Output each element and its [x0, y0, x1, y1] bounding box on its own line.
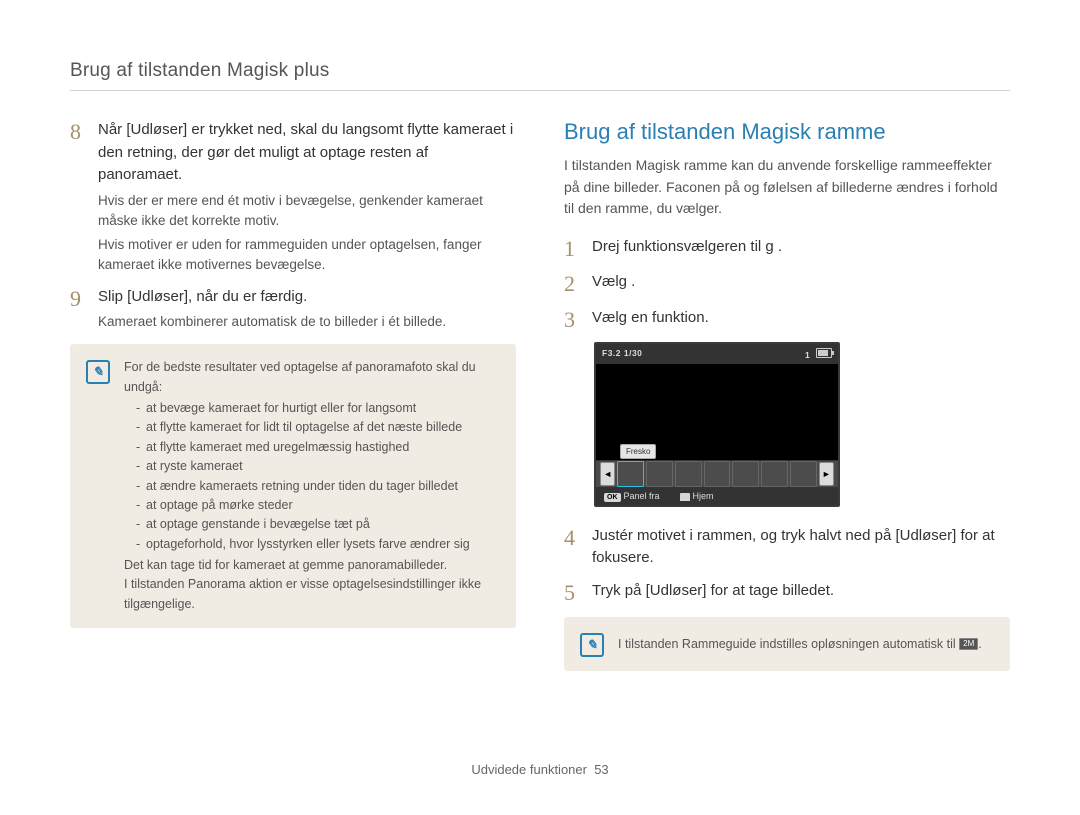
- page-footer: Udvidede funktioner 53: [0, 762, 1080, 777]
- note-text: I tilstanden Rammeguide indstilles opløs…: [618, 637, 959, 651]
- step-text-span: Vælg .: [592, 273, 635, 290]
- thumbnail-selected[interactable]: [617, 461, 644, 487]
- step-text: Når [Udløser] er trykket ned, skal du la…: [98, 119, 516, 187]
- step-number: 1: [564, 236, 582, 261]
- panel-toggle[interactable]: OKPanel fra: [604, 491, 660, 501]
- step-subtext: Hvis der er mere end ét motiv i bevægels…: [98, 191, 516, 232]
- thumbnail[interactable]: [646, 461, 673, 487]
- note-box: ✎ For de bedste resultater ved optagelse…: [70, 344, 516, 628]
- step-number: 8: [70, 119, 88, 276]
- right-column: Brug af tilstanden Magisk ramme I tilsta…: [564, 119, 1010, 671]
- step-text: Drej funktionsvælgeren til g .: [592, 236, 1010, 261]
- step-4: 4 Justér motivet i rammen, og tryk halvt…: [564, 525, 1010, 570]
- step-8: 8 Når [Udløser] er trykket ned, skal du …: [70, 119, 516, 276]
- step-text: Vælg .: [592, 271, 1010, 296]
- page: Brug af tilstanden Magisk plus 8 Når [Ud…: [0, 0, 1080, 815]
- home-button[interactable]: Hjem: [680, 491, 714, 501]
- top-right-status: 1: [805, 348, 832, 360]
- note-item: at ændre kameraets retning under tiden d…: [136, 477, 500, 496]
- home-label: Hjem: [693, 491, 714, 501]
- camera-bottombar: OKPanel fra Hjem: [596, 487, 838, 505]
- step-subtext: Hvis motiver er uden for rammeguiden und…: [98, 235, 516, 276]
- thumbnail[interactable]: [790, 461, 817, 487]
- left-column: 8 Når [Udløser] er trykket ned, skal du …: [70, 119, 516, 671]
- section-title: Brug af tilstanden Magisk ramme: [564, 119, 1010, 145]
- footer-page: 53: [594, 762, 608, 777]
- step-2: 2 Vælg .: [564, 271, 1010, 296]
- note-item: at optage på mørke steder: [136, 496, 500, 515]
- thumbnail[interactable]: [732, 461, 759, 487]
- shot-count: 1: [805, 350, 810, 360]
- resolution-chip: 2M: [959, 638, 978, 650]
- note-list: at bevæge kameraet for hurtigt eller for…: [136, 399, 500, 554]
- note-body: For de bedste resultater ved optagelse a…: [124, 358, 500, 614]
- note-item: at bevæge kameraet for hurtigt eller for…: [136, 399, 500, 418]
- note-item: optageforhold, hvor lysstyrken eller lys…: [136, 535, 500, 554]
- note-icon: ✎: [580, 633, 604, 657]
- note-lead: For de bedste resultater ved optagelse a…: [124, 358, 500, 397]
- step-subtext: Kameraet kombinerer automatisk de to bil…: [98, 312, 516, 332]
- step-body: Når [Udløser] er trykket ned, skal du la…: [98, 119, 516, 276]
- note-item: at flytte kameraet for lidt til optagels…: [136, 418, 500, 437]
- thumbnail[interactable]: [704, 461, 731, 487]
- step-text: Vælg en funktion.: [592, 307, 1010, 332]
- step-body: Slip [Udløser], når du er færdig. Kamera…: [98, 286, 516, 333]
- note-tail: I tilstanden Panorama aktion er visse op…: [124, 575, 500, 614]
- step-text: Tryk på [Udløser] for at tage billedet.: [592, 580, 1010, 605]
- footer-section: Udvidede funktioner: [471, 762, 587, 777]
- note-icon: ✎: [86, 360, 110, 384]
- step-number: 5: [564, 580, 582, 605]
- thumbnail[interactable]: [675, 461, 702, 487]
- note-item: at ryste kameraet: [136, 457, 500, 476]
- header-divider: [70, 90, 1010, 91]
- panel-label: Panel fra: [624, 491, 660, 501]
- step-1: 1 Drej funktionsvælgeren til g .: [564, 236, 1010, 261]
- thumbnail[interactable]: [761, 461, 788, 487]
- camera-screen: F3.2 1/30 1 Fresko ◄: [594, 342, 840, 507]
- note-box-right: ✎ I tilstanden Rammeguide indstilles opl…: [564, 617, 1010, 671]
- section-intro: I tilstanden Magisk ramme kan du anvende…: [564, 155, 1010, 220]
- battery-icon: [816, 348, 832, 358]
- step-number: 3: [564, 307, 582, 332]
- note-item: at flytte kameraet med uregelmæssig hast…: [136, 438, 500, 457]
- note-tail: Det kan tage tid for kameraet at gemme p…: [124, 556, 500, 575]
- step-number: 9: [70, 286, 88, 333]
- thumbnail-row: Fresko ◄ ►: [596, 460, 838, 487]
- home-icon: [680, 493, 690, 501]
- step-5: 5 Tryk på [Udløser] for at tage billedet…: [564, 580, 1010, 605]
- thumbnail-label: Fresko: [620, 444, 656, 459]
- prev-arrow-button[interactable]: ◄: [600, 462, 615, 486]
- ok-chip: OK: [604, 493, 621, 502]
- step-text: Justér motivet i rammen, og tryk halvt n…: [592, 525, 1010, 570]
- note-body: I tilstanden Rammeguide indstilles opløs…: [618, 635, 982, 654]
- note-item: at optage genstande i bevægelse tæt på: [136, 515, 500, 534]
- exposure-readout: F3.2 1/30: [602, 348, 642, 360]
- step-number: 2: [564, 271, 582, 296]
- step-9: 9 Slip [Udløser], når du er færdig. Kame…: [70, 286, 516, 333]
- step-3: 3 Vælg en funktion.: [564, 307, 1010, 332]
- step-text: Slip [Udløser], når du er færdig.: [98, 286, 516, 309]
- page-header: Brug af tilstanden Magisk plus: [70, 60, 1010, 82]
- step-number: 4: [564, 525, 582, 570]
- next-arrow-button[interactable]: ►: [819, 462, 834, 486]
- camera-topbar: F3.2 1/30 1: [596, 344, 838, 364]
- content-columns: 8 Når [Udløser] er trykket ned, skal du …: [70, 119, 1010, 671]
